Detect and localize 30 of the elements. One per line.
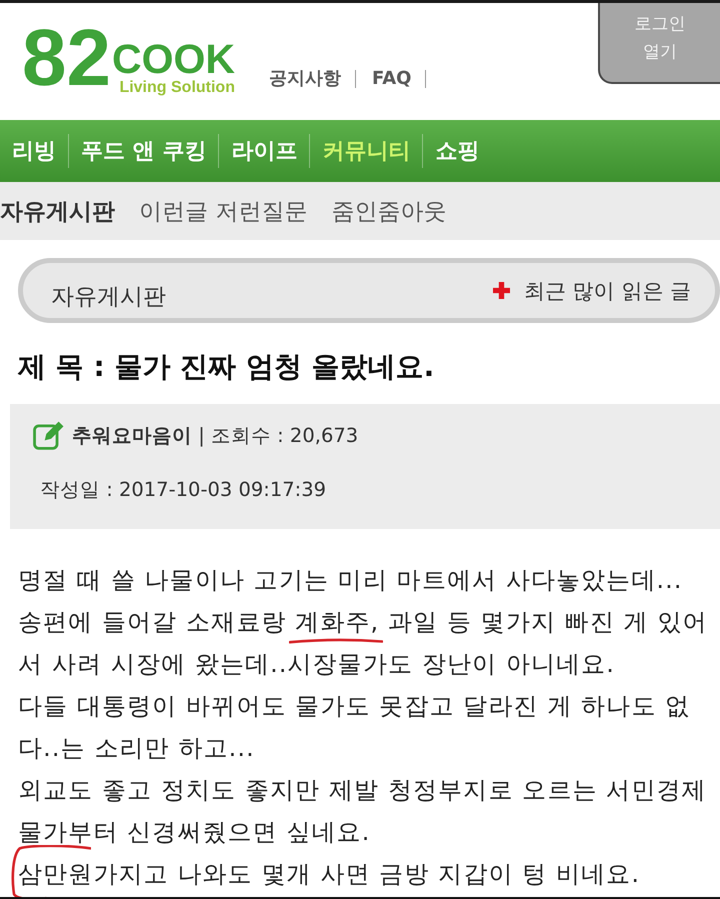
board-title: 자유게시판	[51, 283, 166, 312]
post-title: 제 목 : 물가 진짜 엄청 올랐네요.	[18, 350, 436, 384]
body-text: 삼만원	[18, 860, 94, 888]
popular-posts-link[interactable]: 최근 많이 읽은 글	[492, 276, 691, 304]
header-link[interactable]: FAQ	[372, 68, 412, 90]
logo-wordmark: COOK	[112, 41, 235, 77]
body-text: 외교도 좋고 정치도 좋지만 제발 청정부지로 오르는 서민경제	[18, 776, 707, 804]
body-text: 계화주,	[295, 608, 380, 636]
logo-number: 82	[22, 25, 111, 91]
header-link[interactable]: 공지사항	[268, 68, 341, 90]
body-text: 서 사려 시장에 왔는데..시장물가도 장난이 아니네요.	[18, 650, 615, 678]
plus-icon	[492, 282, 510, 299]
edit-icon	[32, 420, 66, 450]
sub-nav-item[interactable]: 이런글 저런질문	[139, 196, 308, 226]
nav-item[interactable]: 쇼핑	[423, 136, 492, 166]
body-text: 과일 등 몇가지 빠진 게 있어	[386, 608, 708, 636]
nav-item[interactable]: 푸드 앤 쿠킹	[69, 136, 218, 166]
logo-tagline: Living Solution	[119, 79, 235, 96]
body-text: 가지고 나와도 몇개 사면 금방 지갑이 텅 비네요.	[93, 860, 640, 888]
body-text: 다..는 소리만 하고...	[18, 734, 255, 762]
post-date: 작성일 : 2017-10-03 09:17:39	[40, 477, 328, 503]
body-text: 명절 때 쓸 나물이나 고기는 미리 마트에서 사다놓았는데...	[18, 566, 683, 594]
sub-nav-item[interactable]: 줌인줌아웃	[331, 196, 446, 226]
post-meta: 추워요마음이 | 조회수 : 20,673	[72, 422, 358, 448]
body-text: 송편에 들어갈 소재료랑	[18, 608, 288, 636]
nav-item[interactable]: 리빙	[0, 136, 68, 166]
body-text: 물가부터 신경써줬으면 싶네요.	[18, 818, 370, 846]
nav-item[interactable]: 라이프	[219, 136, 310, 166]
body-text: 다들 대통령이 바뀌어도 물가도 못잡고 달라진 게 하나도 없	[18, 692, 690, 720]
sub-nav-item[interactable]: 자유게시판	[0, 196, 115, 226]
